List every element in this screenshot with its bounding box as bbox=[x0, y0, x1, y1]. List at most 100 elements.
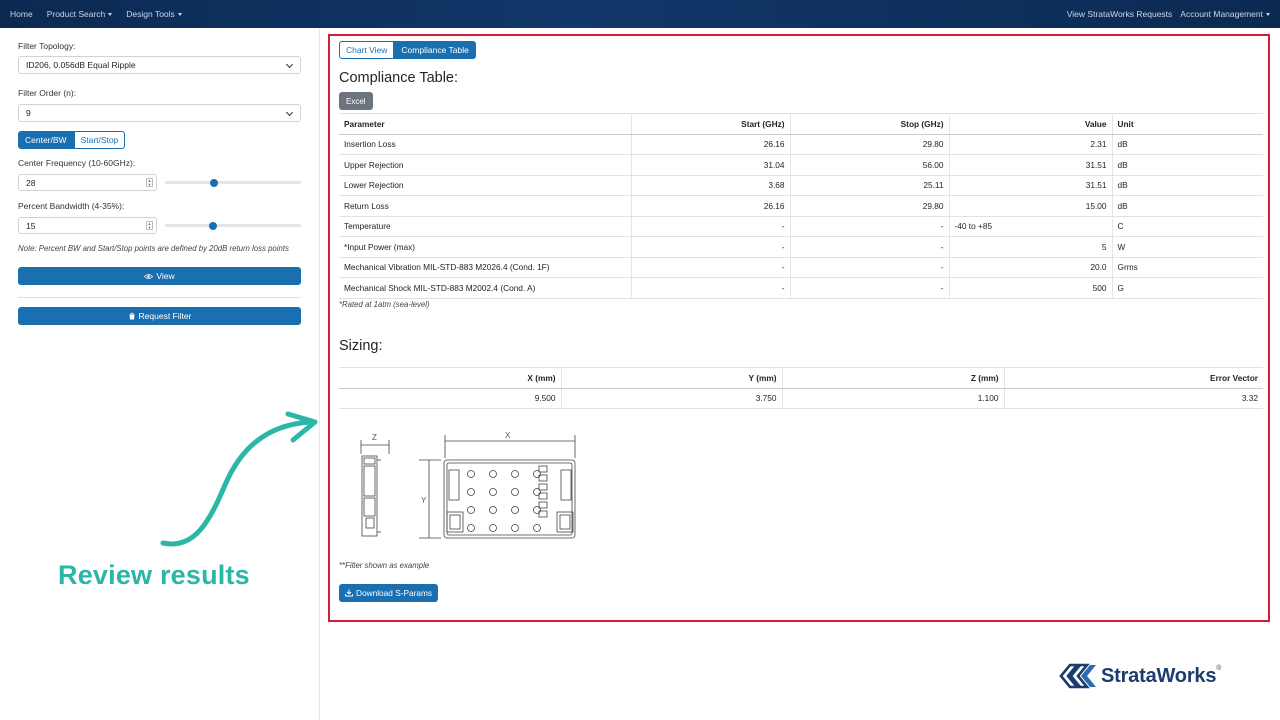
table-cell: Upper Rejection bbox=[339, 154, 632, 176]
table-cell: Mechanical Vibration MIL-STD-883 M2026.4… bbox=[339, 257, 632, 278]
spinner-icon[interactable]: ▲ ▼ bbox=[146, 221, 153, 230]
table-cell: 9.500 bbox=[339, 388, 562, 409]
table-cell: 29.80 bbox=[790, 134, 950, 155]
table-cell: - bbox=[631, 216, 791, 237]
pad-circle bbox=[489, 488, 497, 496]
topology-select[interactable]: ID206, 0.056dB Equal Ripple bbox=[18, 56, 301, 74]
table-cell: Insertion Loss bbox=[339, 134, 632, 155]
table-cell: - bbox=[790, 236, 950, 258]
annotation-arrow-icon bbox=[160, 411, 318, 547]
table-cell: 56.00 bbox=[790, 154, 950, 176]
topology-select-value: ID206, 0.056dB Equal Ripple bbox=[26, 60, 136, 70]
pad-circle bbox=[489, 524, 497, 532]
bag-icon bbox=[129, 312, 135, 320]
table-cell: 15.00 bbox=[949, 195, 1113, 217]
eye-icon bbox=[144, 273, 154, 279]
download-sparams-label: Download S-Params bbox=[356, 588, 433, 598]
order-select-value: 9 bbox=[26, 108, 31, 118]
bandwidth-slider[interactable] bbox=[165, 221, 301, 230]
order-select[interactable]: 9 bbox=[18, 104, 301, 122]
request-filter-button[interactable]: Request Filter bbox=[18, 307, 301, 325]
table-cell: 3.750 bbox=[561, 388, 783, 409]
table-cell: - bbox=[631, 257, 791, 278]
start-stop-button[interactable]: Start/Stop bbox=[73, 131, 126, 149]
review-results-annotation: Review results bbox=[58, 560, 250, 590]
table-cell: - bbox=[790, 277, 950, 299]
pad-circle bbox=[533, 470, 541, 478]
table-cell: 3.68 bbox=[631, 175, 791, 196]
column-header: Value bbox=[949, 113, 1113, 135]
drawing-label-z: Z bbox=[372, 433, 377, 442]
tab-chart-view[interactable]: Chart View bbox=[339, 41, 395, 59]
rated-footnote: *Rated at 1atm (sea-level) bbox=[339, 300, 430, 309]
slider-handle[interactable] bbox=[209, 178, 218, 187]
logo-wordmark: StrataWorks bbox=[1101, 664, 1217, 687]
table-row: Mechanical Shock MIL-STD-883 M2002.4 (Co… bbox=[339, 277, 1263, 299]
bandwidth-label: Percent Bandwidth (4-35%): bbox=[18, 201, 125, 211]
strataworks-logo-icon bbox=[1059, 663, 1096, 689]
download-sparams-button[interactable]: Download S-Params bbox=[339, 584, 439, 602]
center-frequency-label: Center Frequency (10-60GHz): bbox=[18, 158, 136, 168]
sidebar-divider bbox=[18, 297, 301, 298]
nav-product-search[interactable]: Product Search bbox=[47, 9, 113, 19]
table-cell: dB bbox=[1112, 134, 1263, 155]
pad-circle bbox=[489, 506, 497, 514]
pad-circle bbox=[489, 470, 497, 478]
strataworks-logo-text: StrataWorks® bbox=[1101, 665, 1221, 688]
table-cell: 500 bbox=[949, 277, 1113, 299]
table-cell: - bbox=[790, 257, 950, 278]
pad-circle bbox=[467, 506, 475, 514]
compliance-table: Parameter Start (GHz) Stop (GHz) Value U… bbox=[339, 113, 1263, 299]
nav-design-tools[interactable]: Design Tools bbox=[126, 9, 182, 19]
nav-view-requests[interactable]: View StrataWorks Requests bbox=[1067, 9, 1173, 19]
center-frequency-input[interactable]: 28 ▲ ▼ bbox=[18, 174, 157, 191]
nav-product-search-label: Product Search bbox=[46, 9, 106, 19]
table-cell: Return Loss bbox=[339, 195, 632, 217]
tab-compliance-table[interactable]: Compliance Table bbox=[394, 41, 476, 59]
drawing-label-y: Y bbox=[421, 496, 427, 505]
table-header-row: Parameter Start (GHz) Stop (GHz) Value U… bbox=[339, 113, 1263, 135]
compliance-title: Compliance Table: bbox=[339, 70, 459, 86]
table-cell: 31.04 bbox=[631, 154, 791, 176]
table-cell: dB bbox=[1112, 175, 1263, 196]
sizing-title: Sizing: bbox=[339, 338, 383, 354]
pad-circle bbox=[467, 488, 475, 496]
slider-handle[interactable] bbox=[208, 221, 217, 230]
table-row: Return Loss 26.16 29.80 15.00 dB bbox=[339, 195, 1263, 217]
center-frequency-slider[interactable] bbox=[165, 178, 301, 187]
pad-circle bbox=[533, 488, 541, 496]
table-header-row: X (mm) Y (mm) Z (mm) Error Vector bbox=[339, 367, 1263, 389]
caret-down-icon bbox=[108, 13, 113, 17]
table-cell: 2.31 bbox=[949, 134, 1113, 155]
download-icon bbox=[345, 589, 353, 597]
column-header: Unit bbox=[1112, 113, 1263, 135]
topology-label: Filter Topology: bbox=[18, 41, 76, 51]
nav-home[interactable]: Home bbox=[10, 9, 33, 19]
table-cell: Temperature bbox=[339, 216, 632, 237]
registered-mark: ® bbox=[1216, 664, 1222, 672]
column-header: Stop (GHz) bbox=[790, 113, 950, 135]
table-cell: 20.0 bbox=[949, 257, 1113, 278]
bandwidth-input[interactable]: 15 ▲ ▼ bbox=[18, 217, 157, 234]
view-button[interactable]: View bbox=[18, 267, 301, 285]
table-cell: 25.11 bbox=[790, 175, 950, 196]
pad-square bbox=[538, 501, 548, 509]
table-cell: - bbox=[631, 277, 791, 299]
column-header: Y (mm) bbox=[561, 367, 783, 389]
frequency-mode-toggle: Center/BW Start/Stop bbox=[18, 131, 126, 149]
pad-square bbox=[538, 465, 548, 473]
table-cell: - bbox=[631, 236, 791, 258]
results-panel: Chart View Compliance Table Compliance T… bbox=[328, 34, 1270, 622]
excel-export-button[interactable]: Excel bbox=[339, 92, 373, 110]
spinner-icon[interactable]: ▲ ▼ bbox=[146, 178, 153, 187]
column-header: X (mm) bbox=[339, 367, 562, 389]
table-cell: 26.16 bbox=[631, 195, 791, 217]
nav-account-management[interactable]: Account Management bbox=[1180, 9, 1270, 19]
caret-down-icon bbox=[1266, 13, 1270, 17]
table-cell: 1.100 bbox=[782, 388, 1005, 409]
table-cell: 3.32 bbox=[1004, 388, 1263, 409]
table-cell: C bbox=[1112, 216, 1263, 237]
chevron-down-icon bbox=[285, 60, 294, 69]
center-bw-button[interactable]: Center/BW bbox=[18, 131, 74, 149]
nav-account-label: Account Management bbox=[1180, 9, 1263, 19]
